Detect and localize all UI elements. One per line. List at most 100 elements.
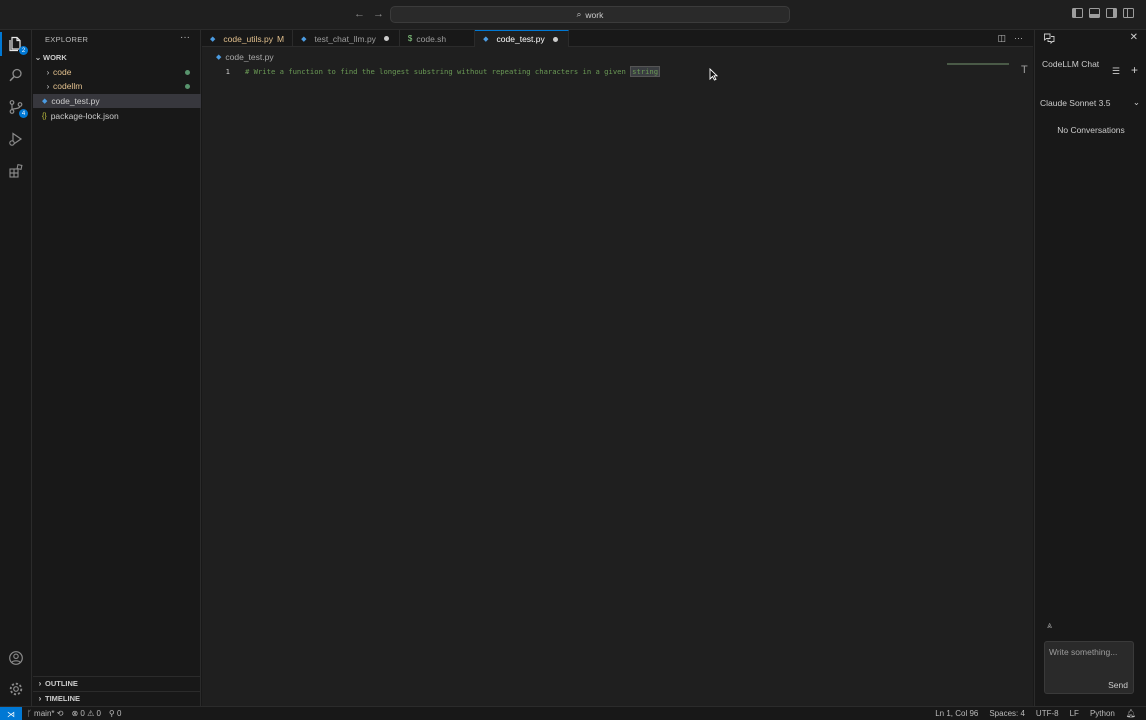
shell-file-icon: $ (407, 34, 413, 43)
branch-indicator[interactable]: ᚴ main* ⟲ (27, 709, 63, 718)
model-selector[interactable]: Claude Sonnet 3.5 ⌄ (1040, 96, 1140, 109)
ports-indicator[interactable]: ⚲ 0 (109, 709, 122, 718)
activity-bar: 2 4 (0, 30, 32, 706)
agent-mode-icon[interactable]: ⩓ (1047, 620, 1052, 631)
tab-label: code_utils.py (223, 33, 274, 44)
ports-icon: ⚲ (108, 709, 115, 718)
explorer-badge: 2 (19, 46, 28, 55)
comment-text: # Write a function to find the longest s… (245, 66, 631, 76)
modified-dot (185, 83, 190, 89)
problems-indicator[interactable]: ⊗ 0 ⚠ 0 (71, 709, 100, 718)
status-left: ᚴ main* ⟲ ⊗ 0 ⚠ 0 ⚲ 0 (27, 709, 121, 718)
layout-controls (1072, 8, 1134, 18)
end-of-line[interactable]: LF (1070, 709, 1079, 718)
back-arrow-icon[interactable]: ← (354, 8, 365, 20)
tree-item-code-test-py[interactable]: ◆ code_test.py (33, 94, 201, 108)
settings-gear-icon[interactable] (7, 680, 25, 698)
code-comment[interactable]: # Write a function to find the longest s… (245, 65, 661, 77)
chat-message-input[interactable] (1049, 647, 1131, 657)
breadcrumb-file: code_test.py (225, 52, 274, 62)
python-file-icon: ◆ (216, 54, 222, 61)
codellm-chat-panel: ✕ CodeLLM Chat ☰ + Claude Sonnet 3.5 ⌄ N… (1034, 30, 1146, 706)
code-line[interactable]: 1 # Write a function to find the longest… (202, 65, 1033, 77)
tab-test-chat-llm-py[interactable]: ◆ test_chat_llm.py (293, 30, 400, 47)
remote-indicator-icon[interactable]: ⋊ (0, 707, 22, 720)
json-file-icon: {} (42, 112, 47, 120)
explorer-icon[interactable]: 2 (7, 35, 28, 55)
active-view-indicator (0, 32, 2, 56)
toggle-secondary-sidebar-icon[interactable] (1106, 8, 1117, 18)
branch-icon: ᚴ (27, 709, 32, 718)
tree-item-code[interactable]: › code (33, 65, 201, 79)
tree-item-label: code (53, 67, 72, 77)
line-number: 1 (225, 66, 230, 76)
editor-tabs: ◆ code_utils.py M ◆ test_chat_llm.py $ c… (202, 30, 1033, 47)
error-icon: ⊗ (71, 709, 79, 718)
customize-layout-icon[interactable] (1123, 8, 1134, 18)
chevron-right-icon: › (38, 694, 42, 703)
chevron-down-icon: ⌄ (34, 52, 42, 62)
run-debug-icon[interactable] (7, 130, 25, 148)
more-actions-icon[interactable]: ··· (180, 32, 190, 43)
notifications-bell-icon[interactable]: 🔔︎ (1126, 709, 1136, 718)
unsaved-dot[interactable] (552, 36, 558, 42)
extensions-icon[interactable] (7, 162, 25, 180)
python-file-icon: ◆ (301, 35, 307, 43)
breadcrumb[interactable]: ◆ code_test.py (216, 52, 274, 62)
chat-title: CodeLLM Chat (1042, 59, 1100, 69)
navigation-arrows: ← → (354, 8, 384, 20)
tree-item-label: package-lock.json (50, 111, 119, 121)
split-editor-icon[interactable]: ◫ (997, 33, 1006, 44)
timeline-label: TIMELINE (45, 694, 80, 703)
toggle-panel-icon[interactable] (1089, 8, 1100, 18)
editor-actions: ◫ ··· (997, 33, 1023, 44)
mouse-pointer-icon (709, 68, 718, 81)
tree-item-codellm[interactable]: › codellm (33, 79, 201, 93)
timeline-section[interactable]: › TIMELINE (33, 691, 201, 705)
tab-code-utils-py[interactable]: ◆ code_utils.py M (202, 30, 294, 47)
tab-label: test_chat_llm.py (314, 33, 376, 44)
empty-state-text: No Conversations (1057, 125, 1125, 135)
close-icon[interactable]: ✕ (1130, 32, 1138, 43)
tree-item-label: codellm (53, 81, 83, 91)
explorer-header: EXPLORER (45, 35, 89, 44)
minimap[interactable] (947, 63, 1009, 65)
search-icon: ⌕ (576, 9, 582, 19)
tree-item-package-lock-json[interactable]: {} package-lock.json (33, 109, 201, 123)
chevron-right-icon: › (46, 67, 50, 77)
new-chat-plus-icon[interactable]: + (1131, 63, 1138, 77)
accounts-icon[interactable] (7, 649, 25, 667)
indentation[interactable]: Spaces: 4 (989, 709, 1025, 718)
more-actions-icon[interactable]: ··· (1014, 33, 1023, 44)
error-count: 0 (80, 709, 85, 718)
forward-arrow-icon[interactable]: → (373, 8, 384, 20)
cursor-position[interactable]: Ln 1, Col 96 (935, 709, 978, 718)
workspace-folder-header[interactable]: ⌄ WORK (33, 50, 201, 64)
language-mode[interactable]: Python (1090, 709, 1115, 718)
explorer-sidebar: EXPLORER ··· ⌄ WORK › code › codellm ◆ c… (33, 30, 201, 706)
chevron-right-icon: › (46, 81, 50, 91)
tab-code-sh[interactable]: $ code.sh (400, 30, 476, 47)
python-file-icon: ◆ (483, 36, 489, 43)
outline-section[interactable]: › OUTLINE (33, 676, 201, 690)
history-list-icon[interactable]: ☰ (1112, 66, 1120, 77)
chat-input-box[interactable]: Send (1044, 641, 1134, 694)
command-center-search[interactable]: ⌕ work (390, 6, 790, 23)
ports-count: 0 (117, 709, 122, 718)
chat-icon[interactable] (1043, 33, 1055, 44)
highlighted-word: string (630, 65, 661, 77)
toggle-primary-sidebar-icon[interactable] (1072, 8, 1083, 18)
sync-icon[interactable]: ⟲ (57, 709, 64, 718)
search-view-icon[interactable] (7, 66, 25, 84)
search-text: work (585, 9, 604, 20)
encoding[interactable]: UTF-8 (1036, 709, 1059, 718)
text-cursor-icon: T (1021, 64, 1028, 76)
status-bar: ⋊ ᚴ main* ⟲ ⊗ 0 ⚠ 0 ⚲ 0 Ln 1, Col 96 Spa… (0, 706, 1146, 720)
send-button[interactable]: Send (1108, 680, 1128, 690)
unsaved-dot[interactable] (383, 36, 389, 41)
warning-count: 0 (96, 709, 101, 718)
source-control-icon[interactable]: 4 (7, 98, 28, 118)
python-file-icon: ◆ (42, 98, 48, 105)
tab-code-test-py[interactable]: ◆ code_test.py (475, 30, 569, 47)
modified-dot (185, 69, 190, 75)
